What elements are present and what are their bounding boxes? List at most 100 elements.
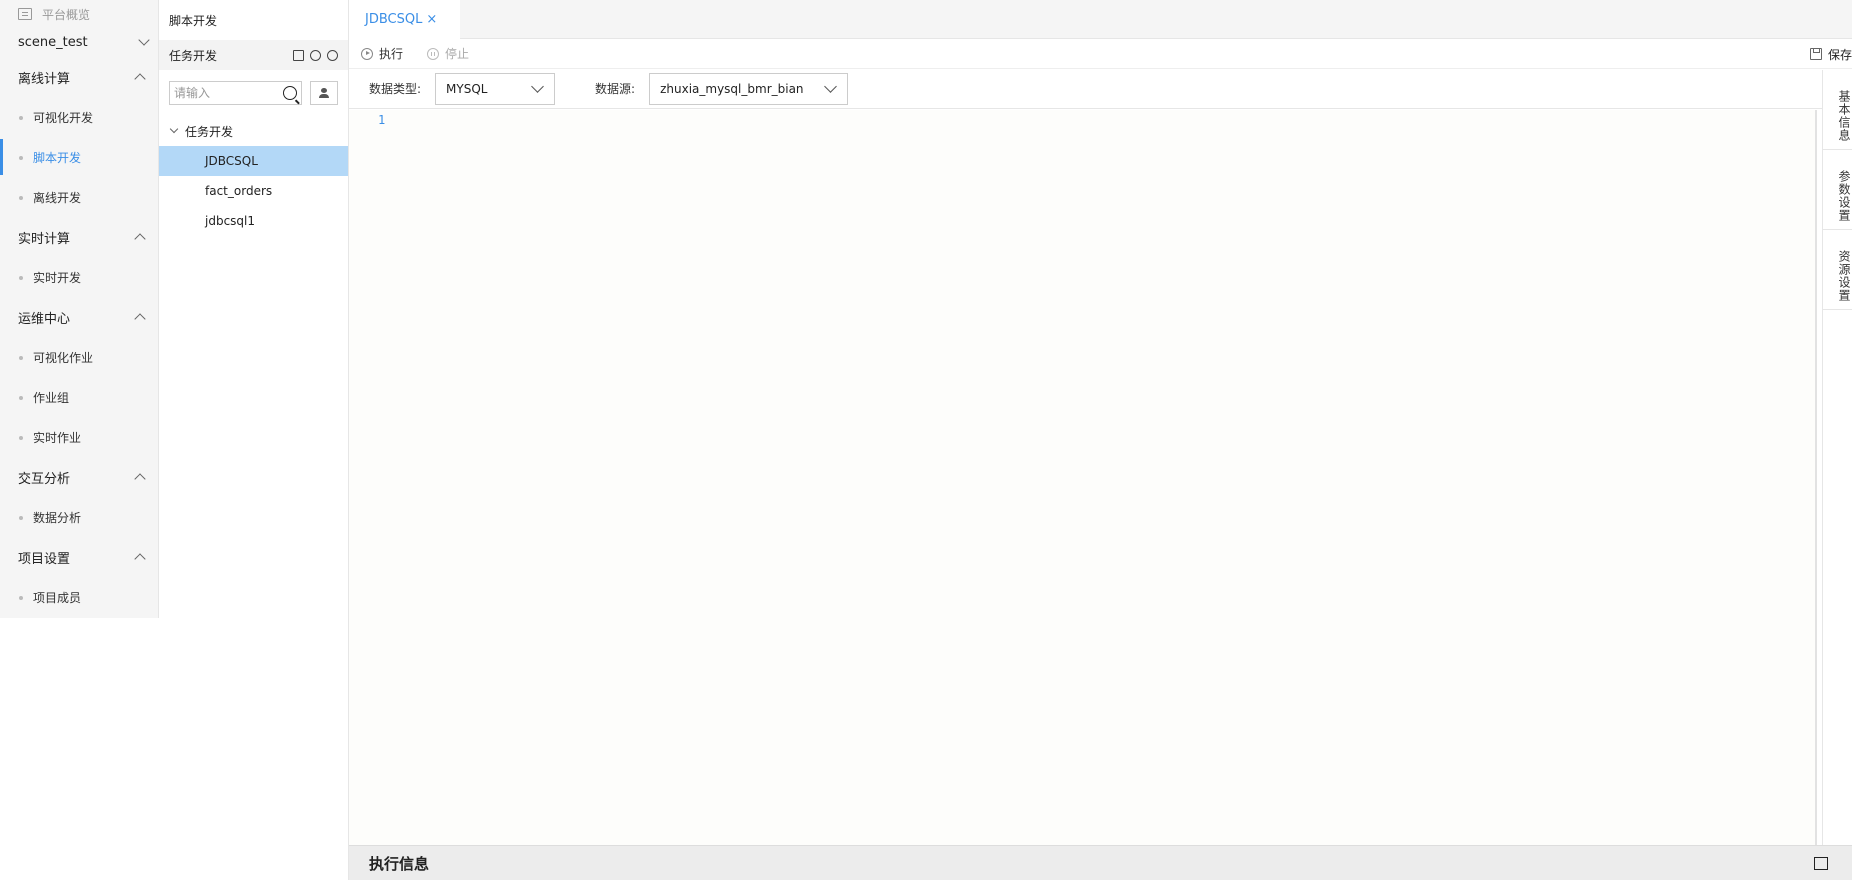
params-row: 数据类型: MYSQL 数据源: zhuxia_mysql_bmr_bian [349, 69, 1852, 109]
right-side-panel: 基本信息 参数设置 资源设置 [1822, 70, 1852, 845]
chevron-down-icon [138, 34, 150, 46]
editor-scrollbar[interactable] [1815, 110, 1817, 845]
stop-label: 停止 [445, 47, 470, 61]
save-label: 保存 [1827, 47, 1852, 62]
tree-search-box [169, 81, 302, 105]
nav-group-title: 运维中心 [18, 311, 71, 327]
nav-item-label: 离线开发 [33, 190, 82, 205]
nav-top: 平台概览 scene_test [0, 0, 158, 57]
nav-item-script-dev[interactable]: 脚本开发 [0, 137, 158, 177]
side-tab-basic-info[interactable]: 基本信息 [1823, 70, 1852, 150]
nav-item-realtime-dev[interactable]: 实时开发 [0, 257, 158, 297]
nav-item-label: 可视化作业 [33, 350, 94, 365]
tab-bar: JDBCSQL × [349, 0, 1852, 39]
run-button[interactable]: 执行 [361, 45, 403, 62]
nav-item-job-groups[interactable]: 作业组 [0, 377, 158, 417]
tree-subheader: 任务开发 [159, 40, 348, 70]
overview-label: 平台概览 [42, 7, 91, 22]
tree-file-item[interactable]: jdbcsql1 [159, 206, 348, 236]
tree-folder-task-dev[interactable]: 任务开发 [159, 116, 348, 146]
sync-icon[interactable] [310, 49, 321, 61]
user-icon [319, 88, 329, 98]
nav-item-label: 项目成员 [33, 590, 82, 605]
close-icon[interactable]: × [426, 12, 437, 27]
nav-item-label: 实时开发 [33, 270, 82, 285]
data-source-label: 数据源: [595, 82, 636, 96]
nav-item-label: 作业组 [33, 390, 70, 405]
chevron-up-icon [134, 553, 146, 565]
nav-item-visual-dev[interactable]: 可视化开发 [0, 97, 158, 137]
project-selector[interactable]: scene_test [18, 32, 158, 52]
new-file-icon[interactable] [293, 49, 304, 61]
tab-label: JDBCSQL [365, 12, 423, 27]
data-type-label: 数据类型: [369, 82, 422, 96]
tree-file-item[interactable]: JDBCSQL [159, 146, 348, 176]
nav-group-title: 实时计算 [18, 231, 71, 247]
tree-panel-title: 脚本开发 [169, 14, 218, 28]
tree-file-label: jdbcsql1 [205, 214, 256, 228]
chevron-up-icon [134, 313, 146, 325]
run-label: 执行 [379, 47, 404, 61]
tree-search-row [159, 70, 348, 116]
chevron-up-icon [134, 73, 146, 85]
nav-group-project-settings[interactable]: 项目设置 [0, 537, 158, 577]
nav-group-title: 离线计算 [18, 71, 71, 87]
data-source-value: zhuxia_mysql_bmr_bian [660, 81, 804, 96]
tree-search-input[interactable] [174, 86, 274, 100]
nav-item-label: 脚本开发 [33, 150, 82, 165]
nav-item-realtime-jobs[interactable]: 实时作业 [0, 417, 158, 457]
nav-group-title: 项目设置 [18, 551, 71, 567]
search-icon[interactable] [283, 86, 297, 100]
tree-tools [293, 49, 338, 61]
data-source-select[interactable]: zhuxia_mysql_bmr_bian [649, 72, 849, 105]
chevron-down-icon [824, 80, 837, 93]
nav-item-visual-jobs[interactable]: 可视化作业 [0, 337, 158, 377]
execution-info-title: 执行信息 [369, 854, 430, 873]
play-icon [361, 47, 373, 60]
chevron-up-icon [134, 233, 146, 245]
execution-info-bar: 执行信息 [349, 845, 1852, 880]
main-area: JDBCSQL × 执行 停止 保存 数据类型: MYSQL 数据源: zhux… [349, 0, 1852, 880]
nav-item-project-members[interactable]: 项目成员 [0, 577, 158, 617]
tree-folder-label: 任务开发 [185, 124, 234, 139]
tree-file-label: fact_orders [205, 184, 273, 198]
nav-group-offline[interactable]: 离线计算 [0, 57, 158, 97]
nav-item-offline-dev[interactable]: 离线开发 [0, 177, 158, 217]
side-tab-resource-settings[interactable]: 资源设置 [1823, 230, 1852, 310]
code-editor[interactable]: 1 [349, 110, 1815, 845]
overview-icon [18, 8, 32, 20]
app-root: 平台概览 scene_test 离线计算 可视化开发 脚本开发 离线开发 实时计… [0, 0, 1852, 880]
nav-item-label: 数据分析 [33, 510, 82, 525]
user-filter-button[interactable] [310, 81, 338, 105]
chevron-down-icon [169, 124, 179, 134]
editor-gutter: 1 [349, 110, 389, 845]
chevron-up-icon [134, 473, 146, 485]
nav-group-title: 交互分析 [18, 471, 71, 487]
line-number: 1 [378, 113, 386, 127]
chevron-down-icon [531, 80, 544, 93]
left-nav: 平台概览 scene_test 离线计算 可视化开发 脚本开发 离线开发 实时计… [0, 0, 159, 618]
stop-button[interactable]: 停止 [427, 45, 469, 62]
nav-group-analysis[interactable]: 交互分析 [0, 457, 158, 497]
overview-link[interactable]: 平台概览 [18, 6, 158, 22]
tree-file-item[interactable]: fact_orders [159, 176, 348, 206]
tree-subheader-label: 任务开发 [169, 48, 218, 63]
script-tree-panel: 脚本开发 任务开发 任务开发 JDBCSQL fact_orders jdbcs… [159, 0, 349, 880]
project-name: scene_test [18, 34, 88, 50]
nav-group-realtime[interactable]: 实时计算 [0, 217, 158, 257]
save-icon [1809, 48, 1822, 60]
nav-item-label: 实时作业 [33, 430, 82, 445]
editor-toolbar: 执行 停止 保存 [349, 39, 1852, 69]
maximize-icon[interactable] [1814, 856, 1828, 870]
data-type-select[interactable]: MYSQL [435, 72, 556, 105]
nav-group-ops[interactable]: 运维中心 [0, 297, 158, 337]
tree-file-label: JDBCSQL [205, 154, 258, 168]
side-tab-param-settings[interactable]: 参数设置 [1823, 150, 1852, 230]
refresh-icon[interactable] [327, 49, 338, 61]
nav-item-data-analysis[interactable]: 数据分析 [0, 497, 158, 537]
tab-jdbcsql[interactable]: JDBCSQL × [349, 0, 460, 39]
data-type-value: MYSQL [446, 81, 488, 96]
save-button[interactable]: 保存 [1809, 39, 1852, 69]
nav-item-label: 可视化开发 [33, 110, 94, 125]
pause-icon [427, 47, 440, 60]
